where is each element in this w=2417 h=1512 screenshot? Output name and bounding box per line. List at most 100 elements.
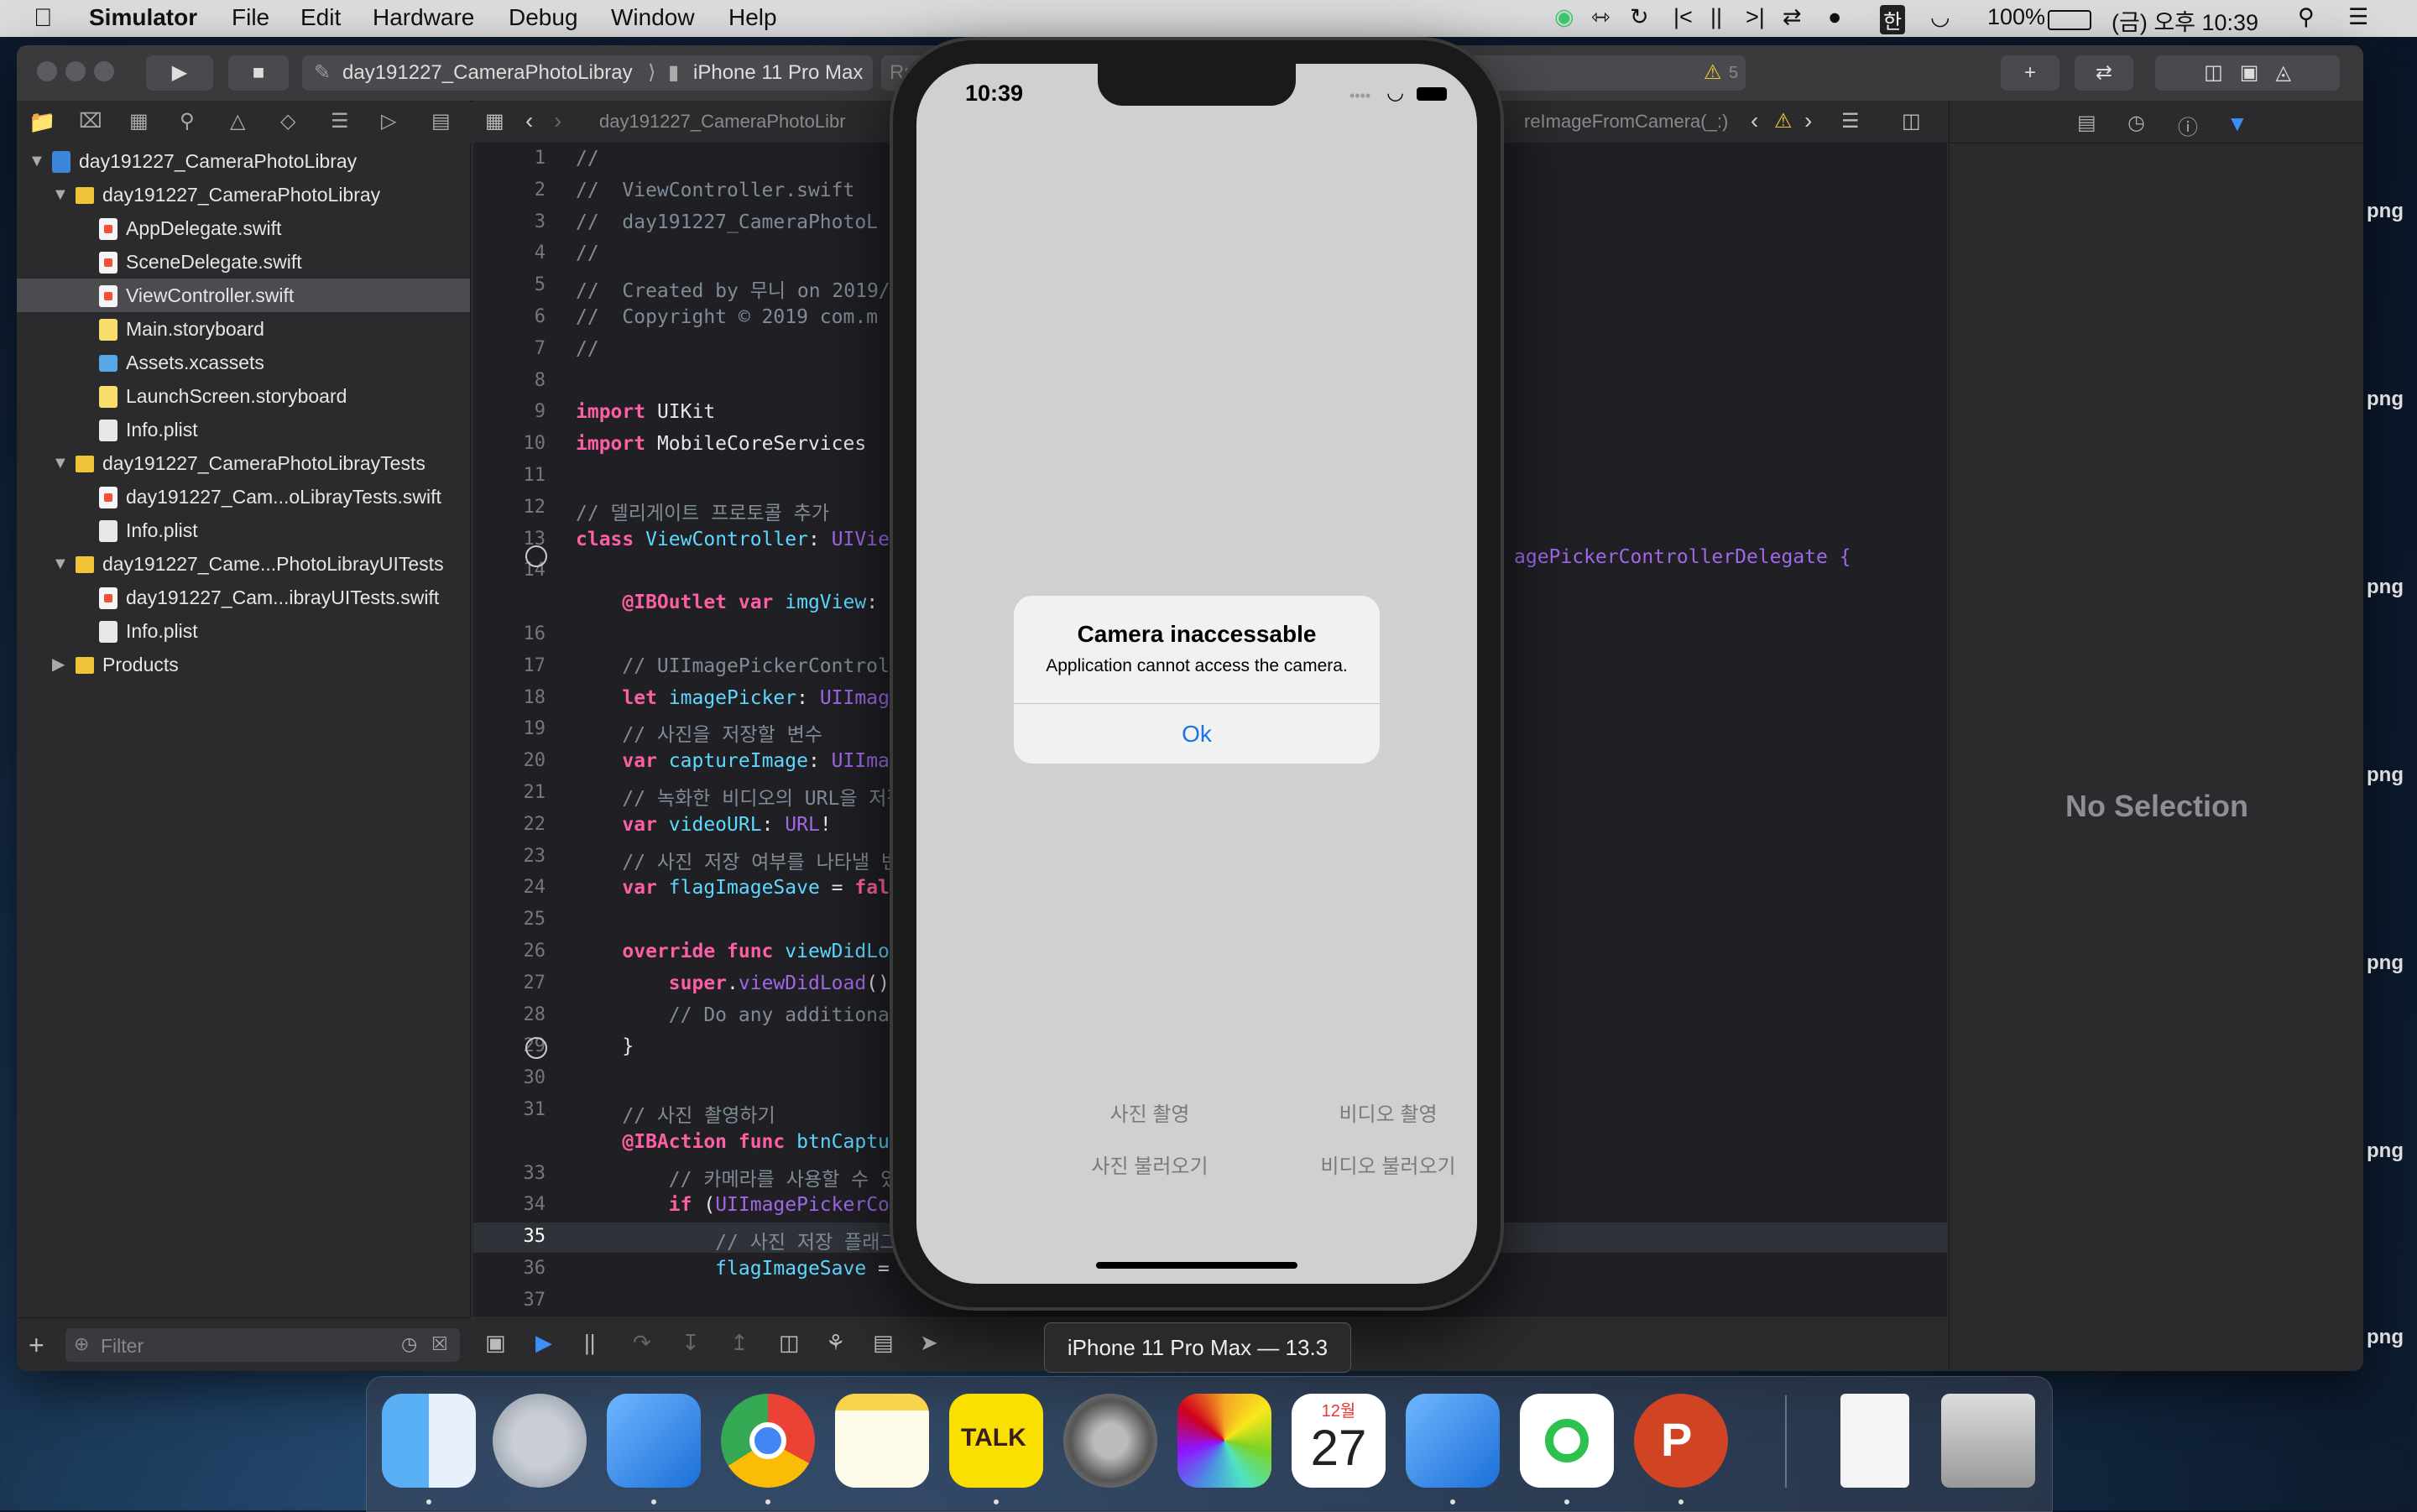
issue-warning-icon[interactable]: ⚠ xyxy=(1774,109,1793,133)
system-preferences-icon[interactable] xyxy=(1063,1394,1157,1488)
action-connection-icon[interactable] xyxy=(525,1037,547,1059)
status-repeat-icon[interactable]: ↻ xyxy=(1630,4,1649,30)
powerpoint-icon[interactable]: P xyxy=(1634,1394,1728,1488)
status-translate-icon[interactable]: ⇿ xyxy=(1591,4,1610,30)
step-out-icon[interactable]: ↥ xyxy=(730,1330,749,1356)
step-over-icon[interactable]: ↷ xyxy=(633,1330,651,1356)
desktop-file-label[interactable]: png xyxy=(2367,388,2404,411)
launchpad-icon[interactable] xyxy=(493,1394,587,1488)
alert-ok-button[interactable]: Ok xyxy=(1014,704,1380,764)
naver-line-icon[interactable] xyxy=(1520,1394,1614,1488)
photo-capture-button[interactable]: 사진 촬영 xyxy=(1032,1098,1267,1127)
navigator-row[interactable]: ▼ day191227_Came...PhotoLibrayUITests xyxy=(17,547,470,581)
outlet-connection-icon[interactable] xyxy=(525,545,547,567)
next-issue-button[interactable]: › xyxy=(1804,107,1812,134)
spotlight-search-icon[interactable]: ⚲ xyxy=(2298,4,2315,30)
notification-center-icon[interactable]: ☰ xyxy=(2348,4,2368,30)
panel-toggle-group[interactable]: ◫ ▣ ◬ xyxy=(2155,55,2340,91)
history-inspector-icon[interactable]: ◷ xyxy=(2127,111,2145,135)
navigator-row[interactable]: day191227_Cam...ibrayUITests.swift xyxy=(17,581,470,614)
notes-icon[interactable] xyxy=(835,1394,929,1488)
jump-bar-file[interactable]: day191227_CameraPhotoLibr xyxy=(599,111,846,133)
report-navigator-icon[interactable]: ▤ xyxy=(431,109,451,133)
forward-button[interactable]: › xyxy=(554,107,561,134)
menu-clock[interactable]: (금) 오후 10:39 xyxy=(2112,4,2258,37)
menu-help[interactable]: Help xyxy=(728,4,777,31)
warning-icon[interactable]: ⚠ xyxy=(1704,55,1722,91)
code-review-button[interactable]: ⇄ xyxy=(2075,55,2133,91)
menu-file[interactable]: File xyxy=(232,4,269,31)
desktop-file-label[interactable]: png xyxy=(2367,952,2404,975)
status-pause-icon[interactable]: || xyxy=(1710,4,1722,30)
disclosure-expanded-icon[interactable]: ▼ xyxy=(29,144,45,178)
desktop-file-label[interactable]: png xyxy=(2367,576,2404,599)
issue-navigator-icon[interactable]: △ xyxy=(230,109,245,133)
battery-icon[interactable] xyxy=(2048,10,2091,30)
menu-debug[interactable]: Debug xyxy=(509,4,578,31)
navigator-row[interactable]: LaunchScreen.storyboard xyxy=(17,379,470,413)
source-control-icon[interactable]: ⌧ xyxy=(79,109,102,133)
trash-icon[interactable] xyxy=(1941,1394,2035,1488)
back-button[interactable]: ‹ xyxy=(525,107,533,134)
navigator-row[interactable]: Assets.xcassets xyxy=(17,346,470,379)
disclosure-expanded-icon[interactable]: ▼ xyxy=(52,178,69,211)
attributes-inspector-icon[interactable]: ▼ xyxy=(2226,111,2248,137)
filter-field[interactable]: ⊕ Filter ◷ ☒ xyxy=(65,1328,460,1362)
home-indicator[interactable] xyxy=(1096,1262,1297,1269)
menu-edit[interactable]: Edit xyxy=(300,4,341,31)
navigator-row[interactable]: ViewController.swift xyxy=(17,279,470,312)
help-inspector-icon[interactable]: ⓘ xyxy=(2178,111,2198,140)
editor-options-icon[interactable]: ☰ xyxy=(1841,109,1860,133)
chrome-icon[interactable] xyxy=(721,1394,815,1488)
apple-icon[interactable]:  xyxy=(34,4,53,33)
navigator-row[interactable]: Info.plist xyxy=(17,413,470,446)
jump-bar-function[interactable]: reImageFromCamera(_:) xyxy=(1524,111,1728,133)
file-inspector-icon[interactable]: ▤ xyxy=(2077,111,2096,135)
project-navigator-icon[interactable]: 📁 xyxy=(29,109,55,135)
xcode-icon[interactable] xyxy=(607,1394,701,1488)
finder-icon[interactable] xyxy=(382,1394,476,1488)
desktop-file-label[interactable]: png xyxy=(2367,764,2404,787)
status-app-icon[interactable]: ◉ xyxy=(1554,4,1574,30)
hide-debug-area-icon[interactable]: ▣ xyxy=(485,1330,506,1356)
prev-issue-button[interactable]: ‹ xyxy=(1751,107,1758,134)
photos-icon[interactable] xyxy=(1177,1394,1271,1488)
status-next-icon[interactable]: >| xyxy=(1746,4,1765,30)
pause-icon[interactable]: || xyxy=(584,1330,596,1356)
test-navigator-icon[interactable]: ◇ xyxy=(280,109,295,133)
simulator-screen[interactable]: 10:39 •••• ◡ 사진 촬영 비디오 촬영 사진 불러오기 비디오 불러… xyxy=(916,64,1477,1284)
status-shuffle-icon[interactable]: ⇄ xyxy=(1783,4,1802,30)
window-minimize-button[interactable] xyxy=(65,61,86,81)
status-message-icon[interactable]: ● xyxy=(1828,4,1841,30)
run-button[interactable]: ▶ xyxy=(146,55,213,91)
window-zoom-button[interactable] xyxy=(94,61,114,81)
memory-graph-icon[interactable]: ⚘ xyxy=(826,1330,845,1356)
simulate-location-icon[interactable]: ➤ xyxy=(920,1330,938,1356)
menu-app-name[interactable]: Simulator xyxy=(89,4,197,31)
add-file-button[interactable]: + xyxy=(29,1330,44,1361)
minimized-window-thumbnail[interactable] xyxy=(1840,1394,1909,1488)
recent-files-icon[interactable]: ◷ xyxy=(401,1333,417,1355)
library-add-button[interactable]: + xyxy=(2001,55,2059,91)
photo-load-button[interactable]: 사진 불러오기 xyxy=(1032,1150,1267,1179)
find-navigator-icon[interactable]: ⚲ xyxy=(180,109,195,133)
video-load-button[interactable]: 비디오 불러오기 xyxy=(1271,1150,1477,1179)
simulator-icon[interactable] xyxy=(1406,1394,1500,1488)
disclosure-expanded-icon[interactable]: ▼ xyxy=(52,446,69,480)
battery-percent[interactable]: 100% xyxy=(1987,4,2045,30)
stop-button[interactable]: ■ xyxy=(228,55,289,91)
navigator-row[interactable]: ▶ Products xyxy=(17,648,470,681)
related-items-icon[interactable]: ▦ xyxy=(485,109,504,133)
desktop-file-label[interactable]: png xyxy=(2367,1326,2404,1349)
video-capture-button[interactable]: 비디오 촬영 xyxy=(1271,1098,1477,1127)
debug-navigator-icon[interactable]: ☰ xyxy=(331,109,349,133)
desktop-file-label[interactable]: png xyxy=(2367,1139,2404,1163)
navigator-row[interactable]: ▼ day191227_CameraPhotoLibray xyxy=(17,178,470,211)
split-editor-icon[interactable]: ◫ xyxy=(1902,109,1921,133)
kakaotalk-icon[interactable]: TALK xyxy=(949,1394,1043,1488)
scm-filter-icon[interactable]: ☒ xyxy=(431,1333,448,1355)
navigator-row[interactable]: Main.storyboard xyxy=(17,312,470,346)
environment-overrides-icon[interactable]: ▤ xyxy=(873,1330,894,1356)
symbol-navigator-icon[interactable]: ▦ xyxy=(129,109,149,133)
disclosure-expanded-icon[interactable]: ▼ xyxy=(52,547,69,581)
